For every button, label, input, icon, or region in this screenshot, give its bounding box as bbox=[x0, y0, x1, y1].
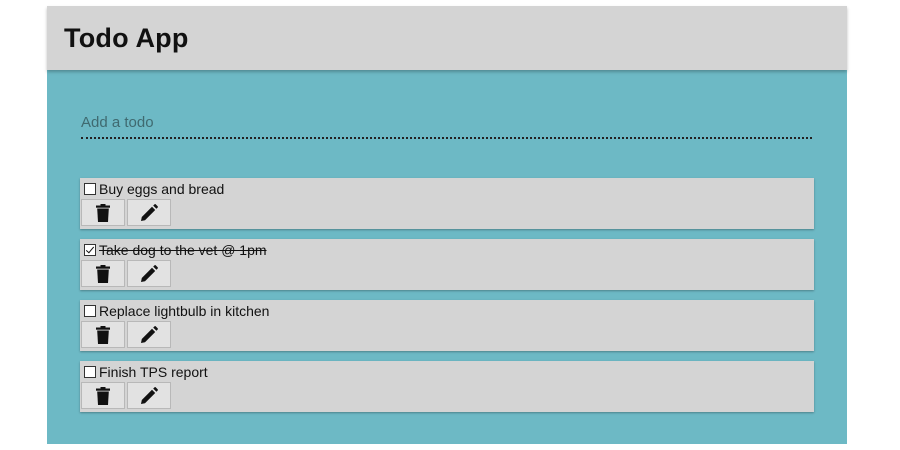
todo-checkbox[interactable] bbox=[84, 365, 96, 378]
trash-icon bbox=[96, 325, 110, 344]
edit-button[interactable] bbox=[127, 260, 171, 287]
todo-checkbox[interactable] bbox=[84, 243, 96, 256]
todo-item: Finish TPS report bbox=[80, 361, 814, 412]
trash-icon bbox=[96, 264, 110, 283]
pencil-icon bbox=[141, 325, 158, 343]
delete-button[interactable] bbox=[81, 199, 125, 226]
pencil-icon bbox=[141, 386, 158, 404]
todo-item: Buy eggs and bread bbox=[80, 178, 814, 229]
delete-button[interactable] bbox=[81, 321, 125, 348]
delete-button[interactable] bbox=[81, 382, 125, 409]
todo-text: Replace lightbulb in kitchen bbox=[99, 302, 270, 319]
todo-list: Buy eggs and bread Take dog to the vet @… bbox=[80, 178, 814, 422]
todo-item: Replace lightbulb in kitchen bbox=[80, 300, 814, 351]
edit-button[interactable] bbox=[127, 382, 171, 409]
edit-button[interactable] bbox=[127, 321, 171, 348]
todo-text: Buy eggs and bread bbox=[99, 180, 225, 197]
edit-button[interactable] bbox=[127, 199, 171, 226]
todo-item: Take dog to the vet @ 1pm bbox=[80, 239, 814, 290]
app-title: Todo App bbox=[64, 22, 189, 53]
pencil-icon bbox=[141, 203, 158, 221]
todo-checkbox[interactable] bbox=[84, 182, 96, 195]
todo-text: Take dog to the vet @ 1pm bbox=[99, 241, 267, 258]
pencil-icon bbox=[141, 264, 158, 282]
delete-button[interactable] bbox=[81, 260, 125, 287]
todo-app: Todo App Buy eggs and bread bbox=[47, 6, 847, 444]
app-header: Todo App bbox=[47, 6, 847, 70]
trash-icon bbox=[96, 203, 110, 222]
todo-text: Finish TPS report bbox=[99, 363, 208, 380]
add-todo-form bbox=[81, 110, 812, 139]
trash-icon bbox=[96, 386, 110, 405]
todo-checkbox[interactable] bbox=[84, 304, 96, 317]
add-todo-input[interactable] bbox=[81, 110, 812, 139]
